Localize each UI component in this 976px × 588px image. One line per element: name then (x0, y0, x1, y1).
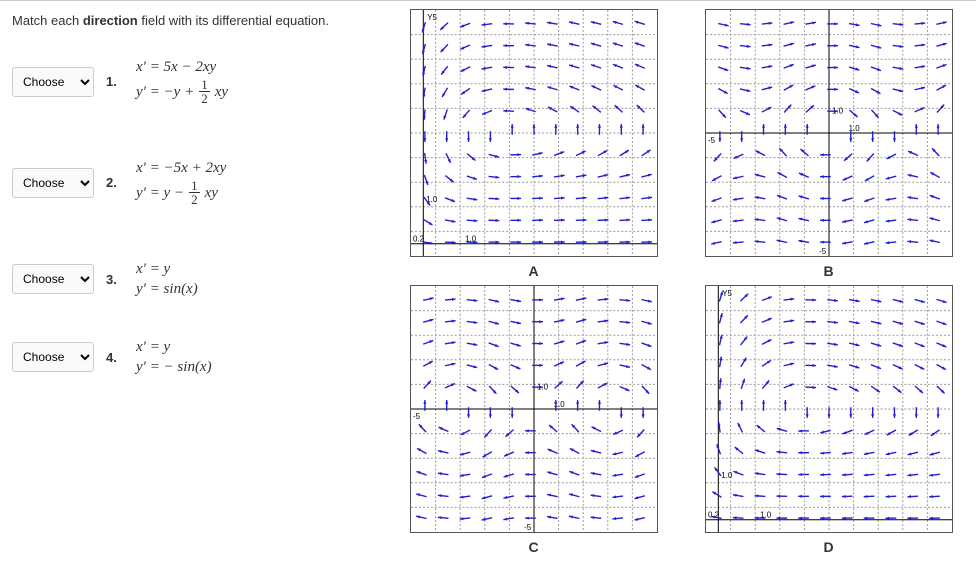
question-number: 2. (106, 175, 124, 190)
svg-text:Y5: Y5 (722, 289, 732, 298)
plot-label: B (823, 263, 833, 279)
direction-field-plot: Y50.21.01.0 (410, 9, 658, 257)
question-number: 3. (106, 272, 124, 287)
choose-select[interactable]: Choose (12, 342, 94, 372)
plot-svg: Y50.21.01.0 (411, 10, 657, 256)
equation-y: y′ = −y + 1 2 xy (136, 78, 228, 105)
svg-text:Y5: Y5 (427, 13, 437, 22)
question-number: 1. (106, 74, 124, 89)
choose-select[interactable]: Choose (12, 168, 94, 198)
svg-text:-5: -5 (707, 136, 715, 145)
prompt: Match each direction field with its diff… (12, 13, 382, 28)
plot-label: C (528, 539, 538, 555)
equation-y: y′ = − sin(x) (136, 358, 214, 376)
question-row: Choose 4. x′ = y y′ = − sin(x) (12, 336, 382, 378)
plot-cell: Y50.21.01.0 A (398, 9, 669, 279)
equation-block: x′ = 5x − 2xy y′ = −y + 1 2 xy (136, 56, 228, 107)
plot-label: D (823, 539, 833, 555)
choose-select[interactable]: Choose (12, 264, 94, 294)
fraction: 1 2 (189, 179, 200, 206)
svg-text:-5: -5 (819, 247, 827, 256)
equation-x: x′ = y (136, 260, 200, 278)
direction-field-plot: -5-51.01.0 (705, 9, 953, 257)
equation-x: x′ = y (136, 338, 214, 356)
fraction: 1 2 (199, 78, 210, 105)
equation-y: y′ = sin(x) (136, 280, 200, 298)
equation-block: x′ = y y′ = sin(x) (136, 258, 200, 300)
svg-text:1.0: 1.0 (721, 471, 733, 480)
equation-x: x′ = 5x − 2xy (136, 58, 228, 76)
svg-text:0.2: 0.2 (412, 235, 423, 244)
svg-text:-5: -5 (524, 523, 532, 532)
question-number: 4. (106, 350, 124, 365)
plot-cell: -5-51.01.0 B (693, 9, 964, 279)
plot-label: A (528, 263, 538, 279)
direction-field-plot: -5-51.01.0 (410, 285, 658, 533)
svg-text:0.2: 0.2 (707, 511, 718, 520)
direction-field-plot: Y50.21.01.0 (705, 285, 953, 533)
plot-svg: Y50.21.01.0 (706, 286, 952, 532)
equation-y: y′ = y − 1 2 xy (136, 179, 226, 206)
equation-x: x′ = −5x + 2xy (136, 159, 226, 177)
question-row: Choose 2. x′ = −5x + 2xy y′ = y − 1 2 xy (12, 157, 382, 208)
svg-text:-5: -5 (412, 412, 420, 421)
plot-cell: -5-51.01.0 C (398, 285, 669, 555)
question-row: Choose 1. x′ = 5x − 2xy y′ = −y + 1 2 xy (12, 56, 382, 107)
plot-svg: -5-51.01.0 (411, 286, 657, 532)
question-row: Choose 3. x′ = y y′ = sin(x) (12, 258, 382, 300)
plot-cell: Y50.21.01.0 D (693, 285, 964, 555)
equation-block: x′ = y y′ = − sin(x) (136, 336, 214, 378)
choose-select[interactable]: Choose (12, 67, 94, 97)
equation-block: x′ = −5x + 2xy y′ = y − 1 2 xy (136, 157, 226, 208)
plot-svg: -5-51.01.0 (706, 10, 952, 256)
